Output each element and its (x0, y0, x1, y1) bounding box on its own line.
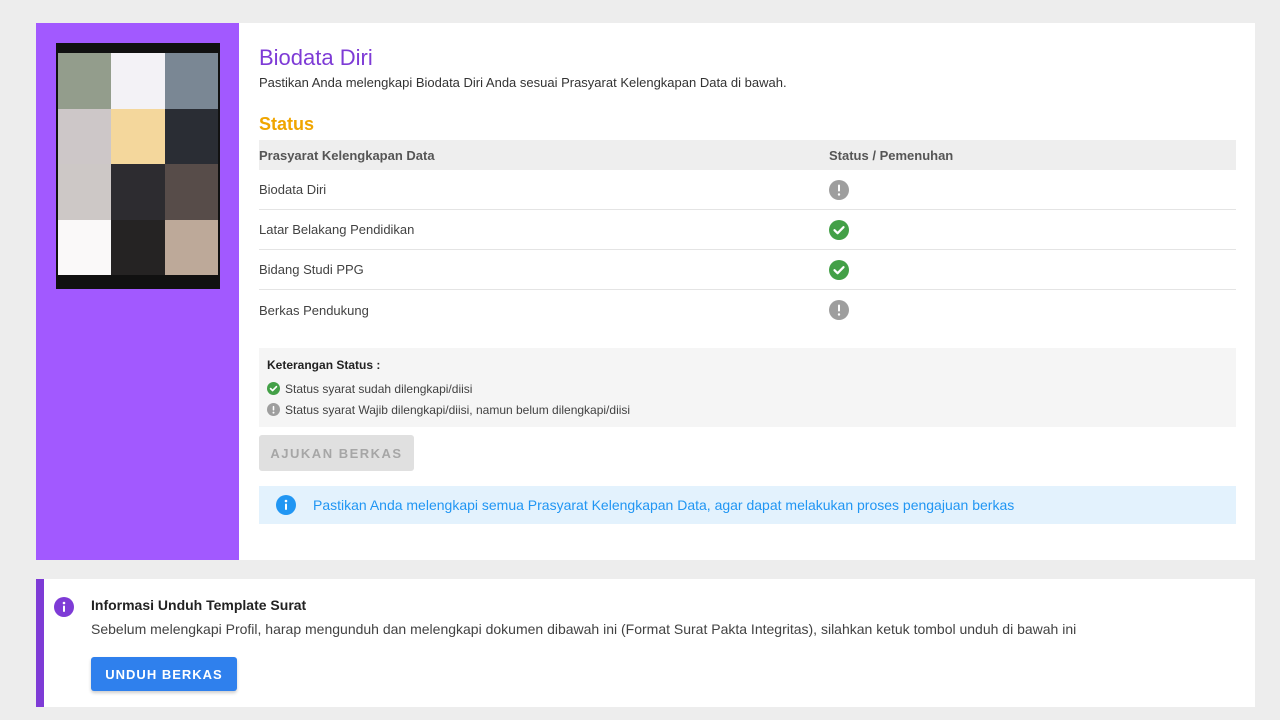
table-row: Latar Belakang Pendidikan (259, 210, 1236, 250)
legend-incomplete-text: Status syarat Wajib dilengkapi/diisi, na… (285, 402, 631, 417)
template-info-title: Informasi Unduh Template Surat (91, 597, 307, 613)
legend-item-complete: Status syarat sudah dilengkapi/diisi (267, 378, 1228, 399)
table-row: Biodata Diri (259, 170, 1236, 210)
page-subtitle: Pastikan Anda melengkapi Biodata Diri An… (259, 75, 787, 90)
info-notice: Pastikan Anda melengkapi semua Prasyarat… (259, 486, 1236, 524)
template-info-text: Sebelum melengkapi Profil, harap mengund… (91, 621, 1077, 637)
profile-photo (56, 43, 220, 289)
row-label: Bidang Studi PPG (259, 262, 364, 277)
table-header: Prasyarat Kelengkapan Data Status / Peme… (259, 140, 1236, 170)
template-info-card: Informasi Unduh Template Surat Sebelum m… (36, 579, 1255, 707)
table-row: Berkas Pendukung (259, 290, 1236, 330)
legend-complete-text: Status syarat sudah dilengkapi/diisi (285, 381, 473, 396)
check-circle-icon (829, 259, 849, 280)
exclamation-circle-icon (829, 300, 849, 320)
check-circle-icon (829, 219, 849, 240)
status-legend: Keterangan Status : Status syarat sudah … (259, 348, 1236, 427)
exclamation-circle-icon (267, 403, 280, 416)
row-label: Biodata Diri (259, 182, 327, 197)
row-label: Berkas Pendukung (259, 302, 369, 318)
page-title: Biodata Diri (259, 45, 373, 70)
submit-button[interactable]: AJUKAN BERKAS (259, 435, 414, 471)
header-requirement: Prasyarat Kelengkapan Data (259, 147, 435, 163)
notice-text: Pastikan Anda melengkapi semua Prasyarat… (313, 497, 1015, 513)
exclamation-circle-icon (829, 179, 849, 200)
status-table: Prasyarat Kelengkapan Data Status / Peme… (259, 140, 1236, 330)
biodata-card: Biodata Diri Pastikan Anda melengkapi Bi… (36, 23, 1255, 560)
status-heading: Status (259, 114, 315, 134)
info-circle-icon (54, 597, 74, 617)
table-row: Bidang Studi PPG (259, 250, 1236, 290)
check-circle-icon (267, 382, 280, 395)
header-status: Status / Pemenuhan (829, 147, 954, 163)
row-label: Latar Belakang Pendidikan (259, 222, 415, 237)
info-circle-icon (276, 495, 296, 515)
legend-title: Keterangan Status : (267, 358, 381, 372)
download-button[interactable]: UNDUH BERKAS (91, 657, 237, 691)
profile-sidebar (36, 23, 239, 560)
legend-item-incomplete: Status syarat Wajib dilengkapi/diisi, na… (267, 399, 1228, 420)
